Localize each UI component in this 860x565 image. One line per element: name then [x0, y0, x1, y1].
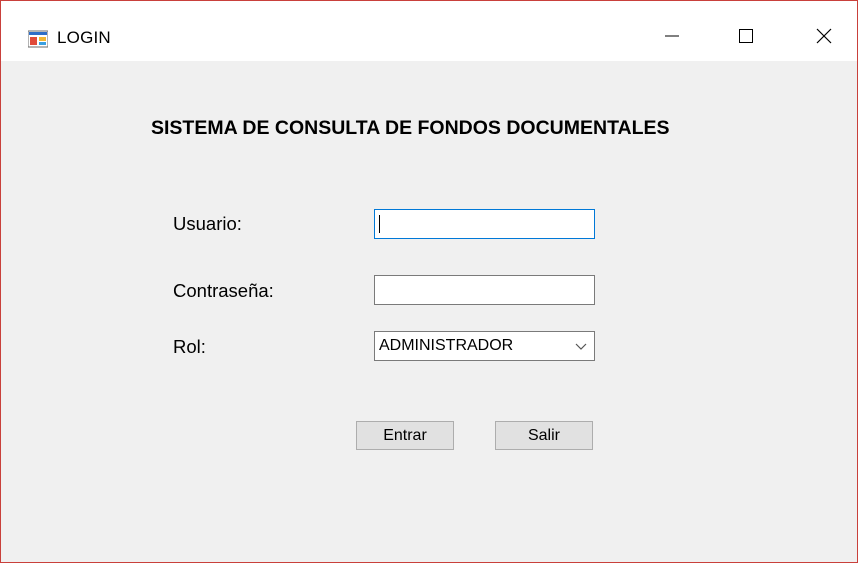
minimize-icon: [665, 35, 679, 37]
salir-button[interactable]: Salir: [495, 421, 593, 450]
usuario-label: Usuario:: [173, 213, 242, 234]
entrar-button[interactable]: Entrar: [356, 421, 454, 450]
window-title: LOGIN: [57, 28, 111, 47]
login-window: LOGIN SISTEMA DE CONSULTA DE FONDOS DOCU…: [0, 0, 858, 563]
form-heading: SISTEMA DE CONSULTA DE FONDOS DOCUMENTAL…: [151, 117, 670, 139]
rol-selected-value: ADMINISTRADOR: [379, 337, 514, 354]
minimize-button[interactable]: [649, 17, 695, 55]
text-caret: [379, 215, 380, 233]
title-bar[interactable]: LOGIN: [1, 1, 857, 61]
app-form-icon: [28, 30, 48, 48]
maximize-button[interactable]: [723, 17, 769, 55]
close-icon: [816, 28, 832, 44]
rol-dropdown[interactable]: ADMINISTRADOR: [374, 331, 595, 361]
close-button[interactable]: [801, 17, 847, 55]
usuario-input[interactable]: [374, 209, 595, 239]
chevron-down-icon: [575, 343, 587, 350]
rol-label: Rol:: [173, 336, 206, 357]
maximize-icon: [739, 29, 753, 43]
contrasena-input[interactable]: [374, 275, 595, 305]
contrasena-label: Contraseña:: [173, 280, 274, 301]
